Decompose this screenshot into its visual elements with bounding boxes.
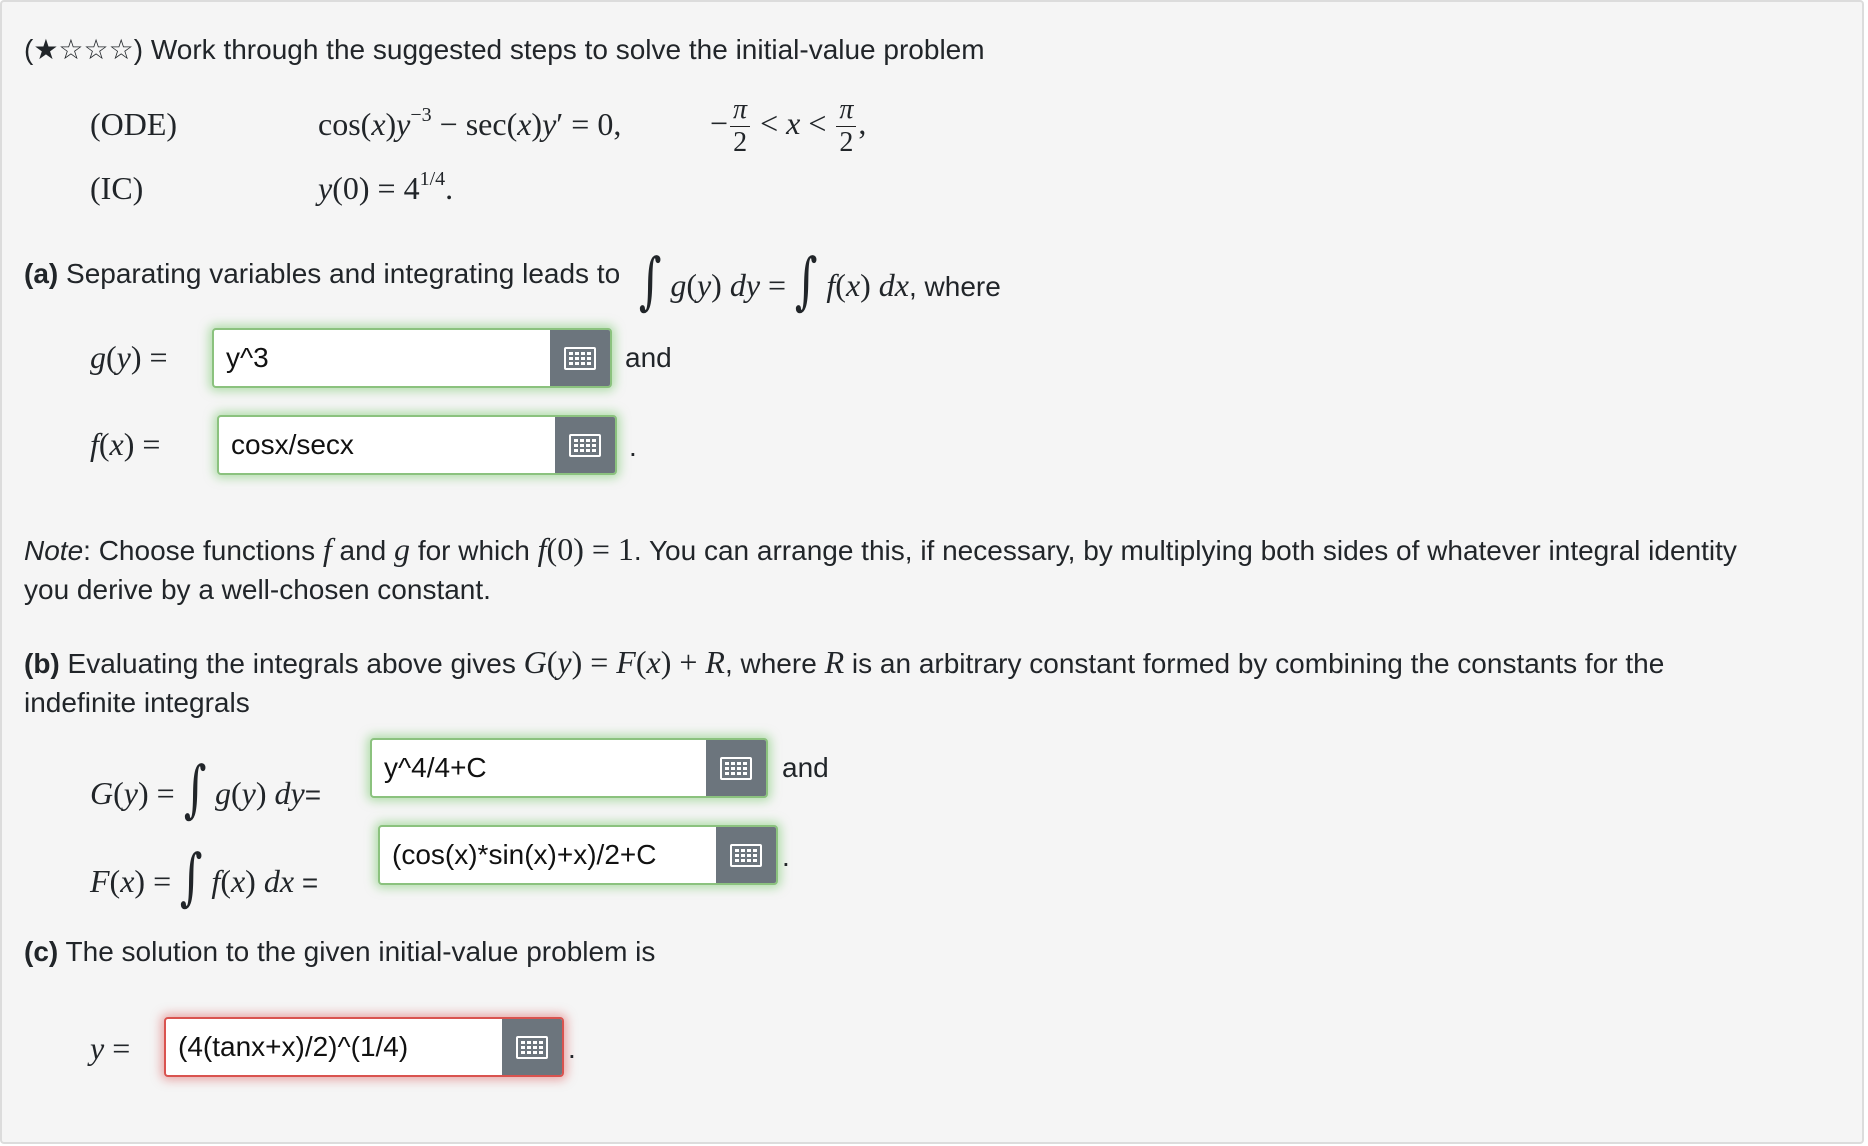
y-solution-label: y = <box>90 1030 131 1066</box>
part-a-prompt: (a) Separating variables and integrating… <box>24 257 620 291</box>
f-of-x-label: f(x) = <box>90 426 161 462</box>
keypad-grid-icon <box>564 346 596 370</box>
note-line-1: Note: Choose functions f and g for which… <box>24 532 1737 568</box>
part-b-relation: G(y) = F(x) + R <box>523 644 725 680</box>
ode-domain: − π 2 < x < π2, <box>710 94 867 158</box>
keypad-grid-icon <box>516 1035 548 1059</box>
part-b-label: (b) <box>24 648 60 679</box>
note-g-symbol: g <box>394 531 411 567</box>
f-palette-button[interactable] <box>555 417 615 473</box>
part-b-text-3: is an arbitrary constant formed by combi… <box>851 648 1665 679</box>
part-a-label: (a) <box>24 258 59 289</box>
question-intro: (★☆☆☆) Work through the suggested steps … <box>24 33 985 67</box>
integral-identity: ∫ g(y) dy = ∫ f(x) dx, where <box>638 244 1001 317</box>
F-answer-field <box>378 825 778 885</box>
g-answer-input[interactable] <box>214 330 550 386</box>
ode-equation: cos(x)y−3 − sec(x)y′ = 0, <box>318 104 622 142</box>
note-text-3: for which <box>417 535 530 566</box>
F-eq-sign: = <box>301 867 319 898</box>
part-b-line-1: (b) Evaluating the integrals above gives… <box>24 645 1664 681</box>
g-answer-field <box>212 328 612 388</box>
and-text-b: and <box>782 752 829 783</box>
part-b-line-2: indefinite integrals <box>24 687 250 718</box>
G-answer-field <box>370 738 768 798</box>
and-text-a: and <box>625 342 672 373</box>
y-answer-field <box>164 1017 564 1077</box>
F-answer-input[interactable] <box>380 827 716 883</box>
G-answer-input[interactable] <box>372 740 706 796</box>
g-palette-button[interactable] <box>550 330 610 386</box>
period-c: . <box>568 1033 576 1064</box>
part-b-text-1: Evaluating the integrals above gives <box>67 648 516 679</box>
period-b: . <box>782 841 790 872</box>
G-eq-sign: = <box>304 779 322 810</box>
ic-label: (IC) <box>90 170 144 206</box>
keypad-grid-icon <box>720 756 752 780</box>
y-answer-input[interactable] <box>166 1019 502 1075</box>
f-answer-input[interactable] <box>219 417 555 473</box>
part-a-text: Separating variables and integrating lea… <box>66 258 621 289</box>
ode-label: (ODE) <box>90 106 178 142</box>
part-c-text: The solution to the given initial-value … <box>65 936 656 967</box>
part-b-text-2: , where <box>724 648 817 679</box>
part-c-label: (c) <box>24 936 59 967</box>
intro-text: Work through the suggested steps to solv… <box>150 34 985 65</box>
question-card: (★☆☆☆) Work through the suggested steps … <box>0 0 1864 1144</box>
note-line-2: you derive by a well-chosen constant. <box>24 574 491 605</box>
period-a: . <box>629 431 637 462</box>
difficulty-stars: (★☆☆☆) <box>24 34 144 65</box>
part-b-R-symbol: R <box>824 644 845 680</box>
where-text: , where <box>909 271 1001 302</box>
note-f-symbol: f <box>322 531 332 567</box>
g-of-y-label: g(y) = <box>90 339 168 375</box>
keypad-grid-icon <box>730 843 762 867</box>
F-palette-button[interactable] <box>716 827 776 883</box>
part-c-prompt: (c) The solution to the given initial-va… <box>24 935 655 969</box>
note-text-2: and <box>339 535 387 566</box>
note-text-4: . You can arrange this, if necessary, by… <box>633 535 1737 566</box>
G-palette-button[interactable] <box>706 740 766 796</box>
F-integral-label: F(x) = ∫ f(x) dx = <box>90 840 319 913</box>
note-text-1: : Choose functions <box>83 535 316 566</box>
ic-equation: y(0) = 41/4. <box>318 168 454 206</box>
G-integral-label: G(y) = ∫ g(y) dy= <box>90 752 322 825</box>
y-palette-button[interactable] <box>502 1019 562 1075</box>
note-condition: f(0) = 1 <box>537 531 634 567</box>
keypad-grid-icon <box>569 433 601 457</box>
note-label: Note <box>24 535 84 566</box>
f-answer-field <box>217 415 617 475</box>
